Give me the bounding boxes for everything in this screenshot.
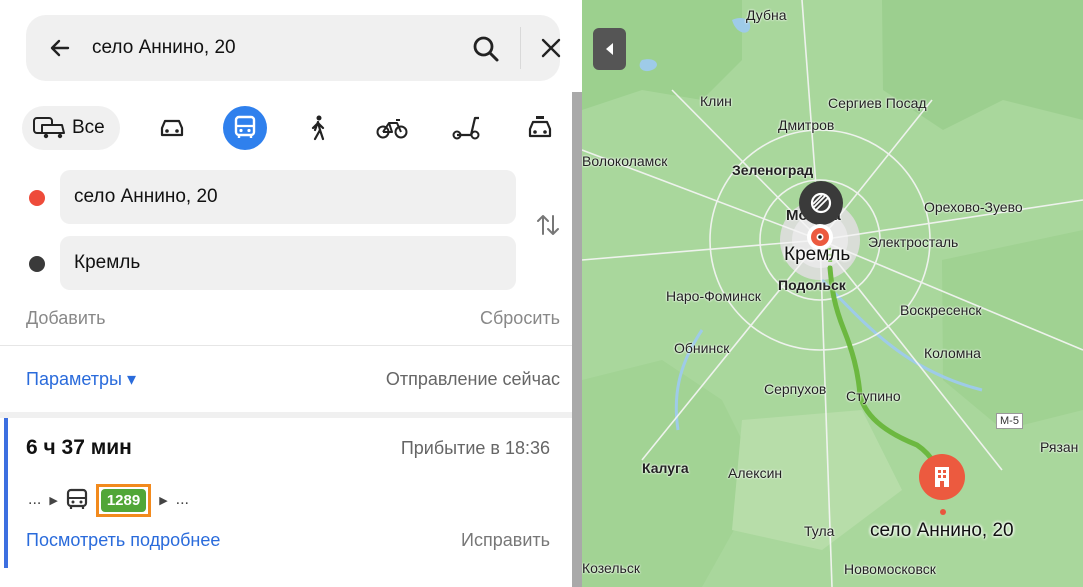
segment-arrow-icon: ▶: [49, 494, 58, 507]
mode-scooter-button[interactable]: [444, 106, 488, 150]
route-result-card[interactable]: 6 ч 37 мин Прибытие в 18:36 ... ▶ 1289 ▶…: [0, 418, 572, 587]
mode-walk-button[interactable]: [296, 106, 340, 150]
all-transport-icon: [33, 117, 65, 139]
segment-arrow-icon: ▶: [159, 494, 168, 507]
map-base: [582, 0, 1083, 587]
origin-marker-icon: [29, 190, 45, 206]
mode-taxi-button[interactable]: [518, 106, 562, 150]
search-query[interactable]: село Аннино, 20: [92, 37, 236, 59]
destination-value[interactable]: Кремль: [74, 252, 140, 274]
departure-time-button[interactable]: Отправление сейчас: [386, 369, 560, 390]
bus-icon: [66, 488, 87, 509]
view-details-link[interactable]: Посмотреть подробнее: [26, 530, 220, 551]
arrival-time: Прибытие в 18:36: [400, 438, 550, 458]
bus-route-badge[interactable]: 1289: [95, 483, 152, 517]
transport-modes: Все: [22, 106, 562, 150]
city-label: Козельск: [582, 560, 640, 576]
scooter-icon: [452, 116, 480, 140]
destination-marker-icon: [29, 256, 45, 272]
city-label: Клин: [700, 93, 732, 109]
mode-all-label: Все: [72, 117, 105, 138]
highway-shield: M-5: [996, 413, 1023, 429]
route-segments: ... ▶ 1289 ▶ ...: [28, 483, 189, 517]
pedestrian-icon: [311, 115, 325, 141]
city-label: Тула: [804, 523, 835, 539]
city-label: Серпухов: [764, 381, 827, 397]
selected-route-accent: [4, 418, 8, 568]
back-arrow-icon[interactable]: [48, 36, 72, 60]
city-label: Калуга: [642, 460, 689, 476]
city-label: Наро-Фоминск: [666, 288, 761, 304]
city-label: Ступино: [846, 388, 901, 404]
city-label: Зеленоград: [732, 162, 814, 178]
swap-points-icon[interactable]: [535, 212, 561, 238]
building-pin-icon[interactable]: [918, 453, 966, 501]
city-label: Дубна: [746, 7, 787, 23]
city-label: Рязан: [1040, 439, 1079, 455]
city-label: Сергиев Посад: [828, 95, 927, 111]
car-icon: [160, 119, 184, 137]
city-label: Подольск: [778, 277, 846, 293]
add-point-button[interactable]: Добавить: [26, 308, 106, 329]
mode-all-button[interactable]: Все: [22, 106, 120, 150]
mode-bike-button[interactable]: [370, 106, 414, 150]
origin-field[interactable]: село Аннино, 20: [60, 170, 516, 224]
segment-ellipsis: ...: [175, 491, 189, 508]
mode-bus-button[interactable]: [223, 106, 267, 150]
search-box[interactable]: село Аннино, 20: [26, 15, 562, 81]
city-label: Новомосковск: [844, 561, 936, 577]
chevron-left-icon: [606, 43, 613, 55]
destination-field[interactable]: Кремль: [60, 236, 516, 290]
city-label: Коломна: [924, 345, 981, 361]
map-view[interactable]: Дубна Клин Сергиев Посад Дмитров Волокол…: [582, 0, 1083, 587]
route-duration: 6 ч 37 мин: [26, 436, 132, 459]
taxi-icon: [528, 116, 552, 138]
city-label: Электросталь: [868, 234, 959, 250]
city-label: Дмитров: [778, 117, 835, 133]
origin-value[interactable]: село Аннино, 20: [74, 186, 218, 208]
route-panel: село Аннино, 20 Все село Аннино, 20 Крем…: [0, 0, 582, 587]
destination-pin-label: село Аннино, 20: [870, 520, 1014, 541]
report-fix-link[interactable]: Исправить: [461, 530, 550, 551]
panel-scrollbar[interactable]: [572, 92, 582, 587]
city-label: Алексин: [728, 465, 783, 481]
bus-icon: [234, 115, 256, 138]
city-label: Волоколамск: [582, 153, 668, 169]
close-icon[interactable]: [540, 37, 562, 59]
parameters-dropdown[interactable]: Параметры ▾: [26, 369, 136, 390]
city-label: Орехово-Зуево: [924, 199, 1023, 215]
bicycle-icon: [376, 119, 408, 139]
city-label: Обнинск: [674, 340, 730, 356]
bus-route-number: 1289: [100, 488, 147, 512]
search-divider: [520, 27, 521, 69]
search-icon[interactable]: [472, 35, 500, 63]
kremlin-pin-label: Кремль: [784, 244, 851, 265]
city-label: Воскресенск: [900, 302, 982, 318]
mode-car-button[interactable]: [150, 106, 194, 150]
layers-icon[interactable]: [798, 180, 844, 226]
divider: [0, 345, 572, 346]
collapse-panel-button[interactable]: [593, 28, 626, 70]
segment-ellipsis: ...: [28, 491, 42, 508]
reset-button[interactable]: Сбросить: [480, 308, 560, 329]
